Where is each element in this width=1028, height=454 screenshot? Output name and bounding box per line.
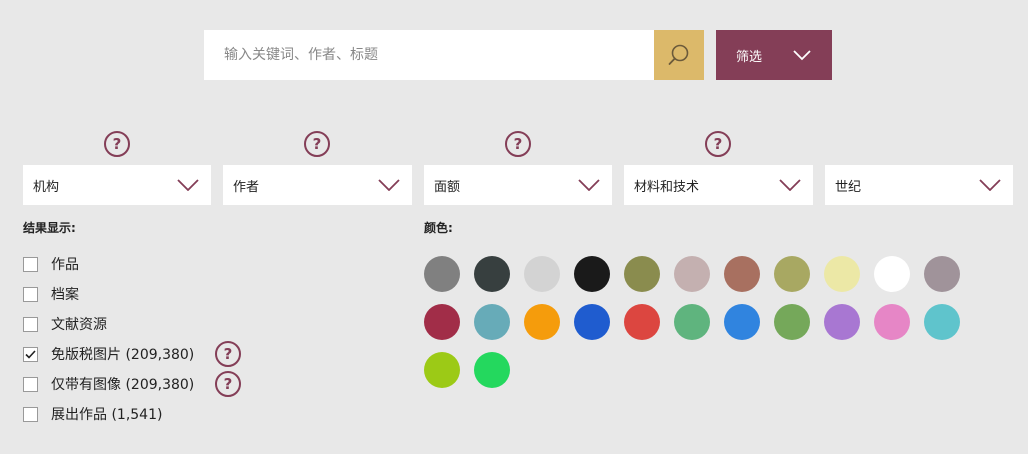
option-label: 文献资源 <box>51 317 107 333</box>
dropdown-materials[interactable]: 材料和技术 <box>624 165 813 205</box>
search-icon <box>668 44 689 65</box>
filter-button-label: 筛选 <box>736 49 763 65</box>
color-swatch[interactable] <box>524 256 560 292</box>
result-filter-option[interactable]: 仅带有图像 (209,380) <box>23 374 194 394</box>
color-swatch[interactable] <box>574 256 610 292</box>
color-swatch[interactable] <box>674 256 710 292</box>
chevron-down-icon <box>793 50 811 61</box>
results-label: 结果显示: <box>23 221 76 235</box>
color-swatch[interactable] <box>424 352 460 388</box>
color-swatch[interactable] <box>474 304 510 340</box>
color-swatch[interactable] <box>424 256 460 292</box>
checkbox[interactable] <box>23 286 38 302</box>
checkmark-icon <box>25 349 36 359</box>
chevron-down-icon <box>177 179 199 191</box>
color-swatch[interactable] <box>724 256 760 292</box>
color-swatch[interactable] <box>574 304 610 340</box>
chevron-down-icon <box>779 179 801 191</box>
color-swatch[interactable] <box>924 256 960 292</box>
dropdown-label: 机构 <box>33 179 60 195</box>
search-input[interactable] <box>204 30 654 80</box>
option-label: 展出作品 (1,541) <box>51 407 163 423</box>
result-filter-option[interactable]: 作品 <box>23 254 79 274</box>
help-icon[interactable]: ? <box>705 131 731 157</box>
chevron-down-icon <box>578 179 600 191</box>
result-filter-option[interactable]: 展出作品 (1,541) <box>23 404 162 424</box>
dropdown-denomination[interactable]: 面额 <box>424 165 612 205</box>
dropdown-label: 作者 <box>233 179 260 195</box>
color-swatch[interactable] <box>824 256 860 292</box>
search-button[interactable] <box>654 30 704 80</box>
color-swatch[interactable] <box>874 304 910 340</box>
color-swatch[interactable] <box>624 256 660 292</box>
color-swatch[interactable] <box>874 256 910 292</box>
filter-button[interactable]: 筛选 <box>716 30 832 80</box>
chevron-down-icon <box>979 179 1001 191</box>
checkbox[interactable] <box>23 316 38 332</box>
color-swatch[interactable] <box>424 304 460 340</box>
option-label: 免版税图片 (209,380) <box>51 347 195 363</box>
dropdown-century[interactable]: 世纪 <box>825 165 1013 205</box>
color-swatch[interactable] <box>774 304 810 340</box>
help-icon[interactable]: ? <box>215 371 241 397</box>
color-swatch[interactable] <box>524 304 560 340</box>
color-swatch[interactable] <box>474 352 510 388</box>
checkbox[interactable] <box>23 256 38 272</box>
help-icon[interactable]: ? <box>215 341 241 367</box>
help-icon[interactable]: ? <box>104 131 130 157</box>
dropdown-label: 面额 <box>434 179 461 195</box>
color-swatch[interactable] <box>674 304 710 340</box>
color-swatch[interactable] <box>724 304 760 340</box>
dropdown-label: 材料和技术 <box>634 179 700 195</box>
option-label: 档案 <box>51 287 79 303</box>
checkbox[interactable] <box>23 406 38 422</box>
chevron-down-icon <box>378 179 400 191</box>
dropdown-institution[interactable]: 机构 <box>23 165 211 205</box>
color-swatch[interactable] <box>624 304 660 340</box>
option-label: 作品 <box>51 257 79 273</box>
dropdown-label: 世纪 <box>835 179 862 195</box>
color-swatch[interactable] <box>774 256 810 292</box>
colors-label: 颜色: <box>424 221 453 235</box>
help-icon[interactable]: ? <box>304 131 330 157</box>
help-icon[interactable]: ? <box>505 131 531 157</box>
result-filter-option[interactable]: 免版税图片 (209,380) <box>23 344 194 364</box>
result-filter-option[interactable]: 档案 <box>23 284 79 304</box>
color-swatch[interactable] <box>824 304 860 340</box>
color-swatch[interactable] <box>924 304 960 340</box>
checkbox[interactable] <box>23 376 38 392</box>
dropdown-author[interactable]: 作者 <box>223 165 412 205</box>
checkbox[interactable] <box>23 346 38 362</box>
option-label: 仅带有图像 (209,380) <box>51 377 195 393</box>
result-filter-option[interactable]: 文献资源 <box>23 314 107 334</box>
color-swatch[interactable] <box>474 256 510 292</box>
